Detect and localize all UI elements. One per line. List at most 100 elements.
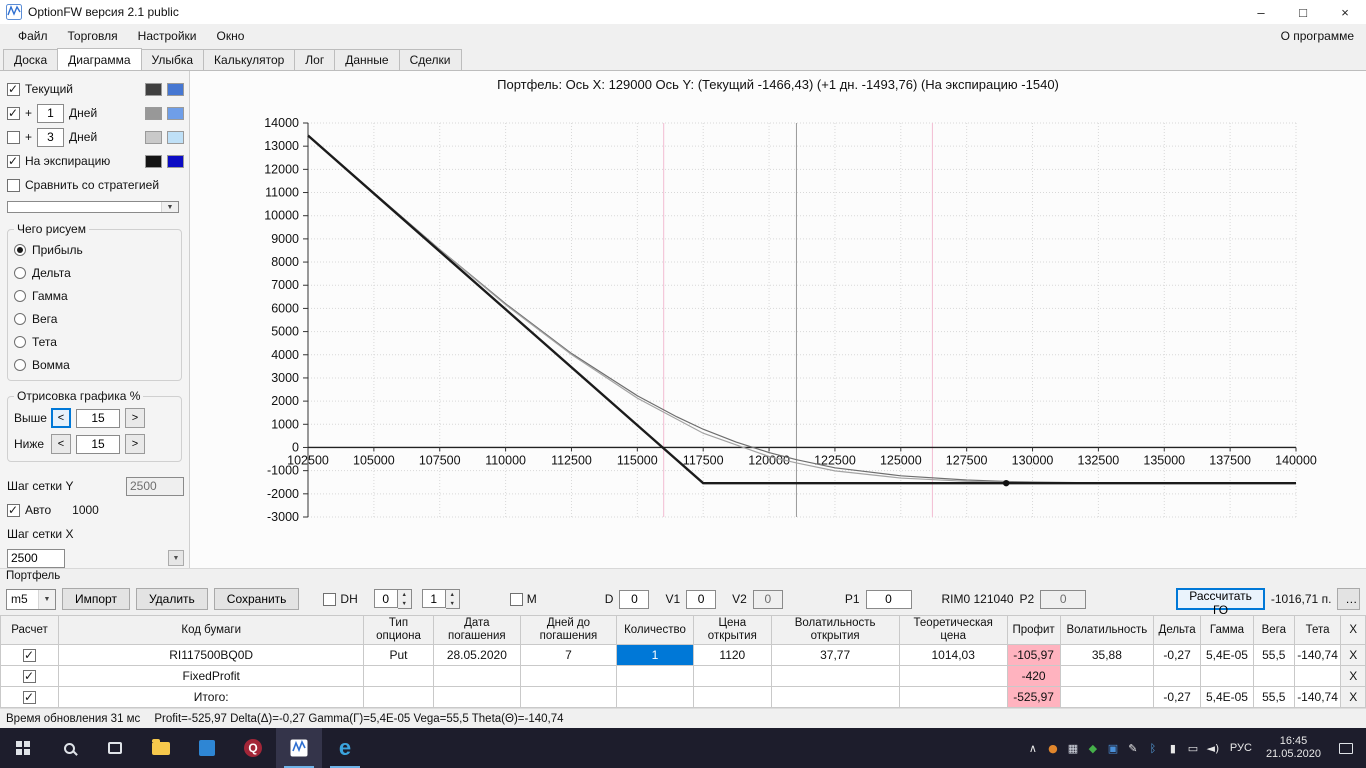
p1-input[interactable] bbox=[865, 589, 912, 609]
tab-calculator[interactable]: Калькулятор bbox=[203, 49, 296, 70]
taskbar-optionfw[interactable] bbox=[276, 728, 322, 768]
m-checkbox[interactable] bbox=[509, 592, 523, 606]
plus1-color2-swatch[interactable] bbox=[167, 106, 184, 120]
plus3-color1-swatch[interactable] bbox=[145, 130, 162, 144]
taskbar-edge[interactable]: e bbox=[322, 728, 368, 768]
save-button[interactable]: Сохранить bbox=[213, 588, 300, 610]
profit-chart[interactable]: -3000-2000-10000100020003000400050006000… bbox=[190, 97, 1366, 549]
dh-checkbox[interactable] bbox=[323, 592, 337, 606]
v2-label: V2 bbox=[732, 592, 747, 606]
menu-about[interactable]: О программе bbox=[1281, 29, 1358, 43]
dh-spin1-input[interactable] bbox=[373, 589, 398, 608]
radio-icon bbox=[14, 289, 26, 302]
above-increment-button[interactable]: > bbox=[125, 408, 145, 428]
tab-log[interactable]: Лог bbox=[294, 49, 336, 70]
below-value-input[interactable] bbox=[76, 434, 120, 454]
minimize-button[interactable]: – bbox=[1240, 0, 1282, 24]
d-input[interactable] bbox=[619, 589, 650, 609]
pen-icon[interactable]: ✎ bbox=[1123, 742, 1143, 755]
strategy-select[interactable]: ▼ bbox=[7, 201, 179, 213]
row-close-button[interactable]: X bbox=[1340, 686, 1366, 708]
volume-icon[interactable]: ◄) bbox=[1203, 742, 1223, 755]
draw-option-delta[interactable]: Дельта bbox=[14, 261, 175, 284]
plus1-days-input[interactable] bbox=[37, 103, 65, 123]
import-button[interactable]: Импорт bbox=[62, 588, 130, 610]
above-label: Выше bbox=[14, 411, 47, 425]
calc-go-button[interactable]: Рассчитать ГО bbox=[1176, 588, 1265, 617]
draw-option-vega[interactable]: Вега bbox=[14, 307, 175, 330]
tray-app-grid-icon[interactable]: ▦ bbox=[1063, 742, 1083, 755]
menu-window[interactable]: Окно bbox=[207, 24, 255, 48]
m-toggle[interactable]: M bbox=[509, 592, 537, 606]
draw-option-vomma[interactable]: Вомма bbox=[14, 353, 175, 376]
row-calc-checkbox[interactable] bbox=[23, 669, 36, 683]
menu-settings[interactable]: Настройки bbox=[128, 24, 207, 48]
row-close-button[interactable]: X bbox=[1340, 665, 1366, 687]
plus1-checkbox[interactable] bbox=[7, 106, 20, 120]
search-button[interactable] bbox=[46, 728, 92, 768]
current-checkbox[interactable] bbox=[7, 82, 20, 96]
clock[interactable]: 16:45 21.05.2020 bbox=[1259, 735, 1328, 761]
hidden-icons-chevron[interactable]: ∧ bbox=[1023, 742, 1043, 755]
tab-data[interactable]: Данные bbox=[334, 49, 400, 70]
current-color2-swatch[interactable] bbox=[167, 82, 184, 96]
tab-deals[interactable]: Сделки bbox=[398, 49, 462, 70]
taskbar-quik[interactable]: Q bbox=[230, 728, 276, 768]
below-decrement-button[interactable]: < bbox=[51, 434, 71, 454]
maximize-button[interactable]: □ bbox=[1282, 0, 1324, 24]
action-center-button[interactable] bbox=[1328, 742, 1364, 754]
draw-option-label: Прибыль bbox=[32, 242, 83, 257]
plus3-checkbox[interactable] bbox=[7, 130, 20, 144]
expiry-checkbox[interactable] bbox=[7, 154, 20, 168]
start-button[interactable] bbox=[0, 728, 46, 768]
language-indicator[interactable]: РУС bbox=[1223, 742, 1259, 754]
tray-app-orange-icon[interactable]: ● bbox=[1043, 742, 1063, 755]
radio-icon bbox=[14, 335, 26, 348]
draw-option-gamma[interactable]: Гамма bbox=[14, 284, 175, 307]
draw-option-theta[interactable]: Тета bbox=[14, 330, 175, 353]
search-icon bbox=[63, 742, 75, 754]
compare-strategy-checkbox[interactable] bbox=[7, 178, 20, 192]
plus1-color1-swatch[interactable] bbox=[145, 106, 162, 120]
quik-icon: Q bbox=[244, 739, 262, 757]
dh-spin2-input[interactable] bbox=[421, 589, 446, 608]
draw-option-profit[interactable]: Прибыль bbox=[14, 238, 175, 261]
current-color1-swatch[interactable] bbox=[145, 82, 162, 96]
plus3-days-input[interactable] bbox=[37, 127, 65, 147]
grid-step-x-input[interactable] bbox=[7, 548, 65, 568]
auto-checkbox[interactable] bbox=[7, 503, 20, 517]
taskbar-store-app[interactable] bbox=[184, 728, 230, 768]
row-calc-checkbox[interactable] bbox=[23, 690, 36, 704]
antivirus-shield-icon[interactable]: ◆ bbox=[1083, 742, 1103, 755]
above-value-input[interactable] bbox=[76, 408, 120, 428]
spinner-arrows-icon[interactable]: ▲ ▼ bbox=[397, 589, 412, 609]
tray-app-blue-icon[interactable]: ▣ bbox=[1103, 742, 1123, 755]
tab-smile[interactable]: Улыбка bbox=[140, 49, 205, 70]
spinner-arrows-icon[interactable]: ▲ ▼ bbox=[445, 589, 460, 609]
x-tick-label: 137500 bbox=[1209, 453, 1251, 467]
v1-input[interactable] bbox=[686, 589, 717, 609]
tab-board[interactable]: Доска bbox=[3, 49, 59, 70]
sidebar-scroll-down-button[interactable]: ▼ bbox=[168, 550, 184, 566]
menu-file[interactable]: Файл bbox=[8, 24, 58, 48]
delete-button[interactable]: Удалить bbox=[135, 588, 208, 610]
below-increment-button[interactable]: > bbox=[125, 434, 145, 454]
taskbar-file-explorer[interactable] bbox=[138, 728, 184, 768]
row-close-button[interactable]: X bbox=[1340, 644, 1366, 666]
row-calc-checkbox[interactable] bbox=[23, 648, 36, 662]
expiry-color2-swatch[interactable] bbox=[167, 154, 184, 168]
bluetooth-icon[interactable]: ᛒ bbox=[1143, 742, 1163, 755]
tab-diagram[interactable]: Диаграмма bbox=[57, 48, 142, 70]
task-view-button[interactable] bbox=[92, 728, 138, 768]
close-button[interactable]: × bbox=[1324, 0, 1366, 24]
above-decrement-button[interactable]: < bbox=[51, 408, 71, 428]
portfolio-preset-select[interactable]: m5 ▼ bbox=[6, 588, 56, 610]
network-icon[interactable]: ▭ bbox=[1183, 742, 1203, 755]
menu-trading[interactable]: Торговля bbox=[58, 24, 128, 48]
battery-icon[interactable]: ▮ bbox=[1163, 742, 1183, 755]
grid-step-x-row: Шаг сетки X bbox=[7, 524, 184, 544]
dh-toggle[interactable]: DH bbox=[323, 592, 358, 606]
expiry-color1-swatch[interactable] bbox=[145, 154, 162, 168]
more-button[interactable]: … bbox=[1337, 588, 1360, 610]
plus3-color2-swatch[interactable] bbox=[167, 130, 184, 144]
